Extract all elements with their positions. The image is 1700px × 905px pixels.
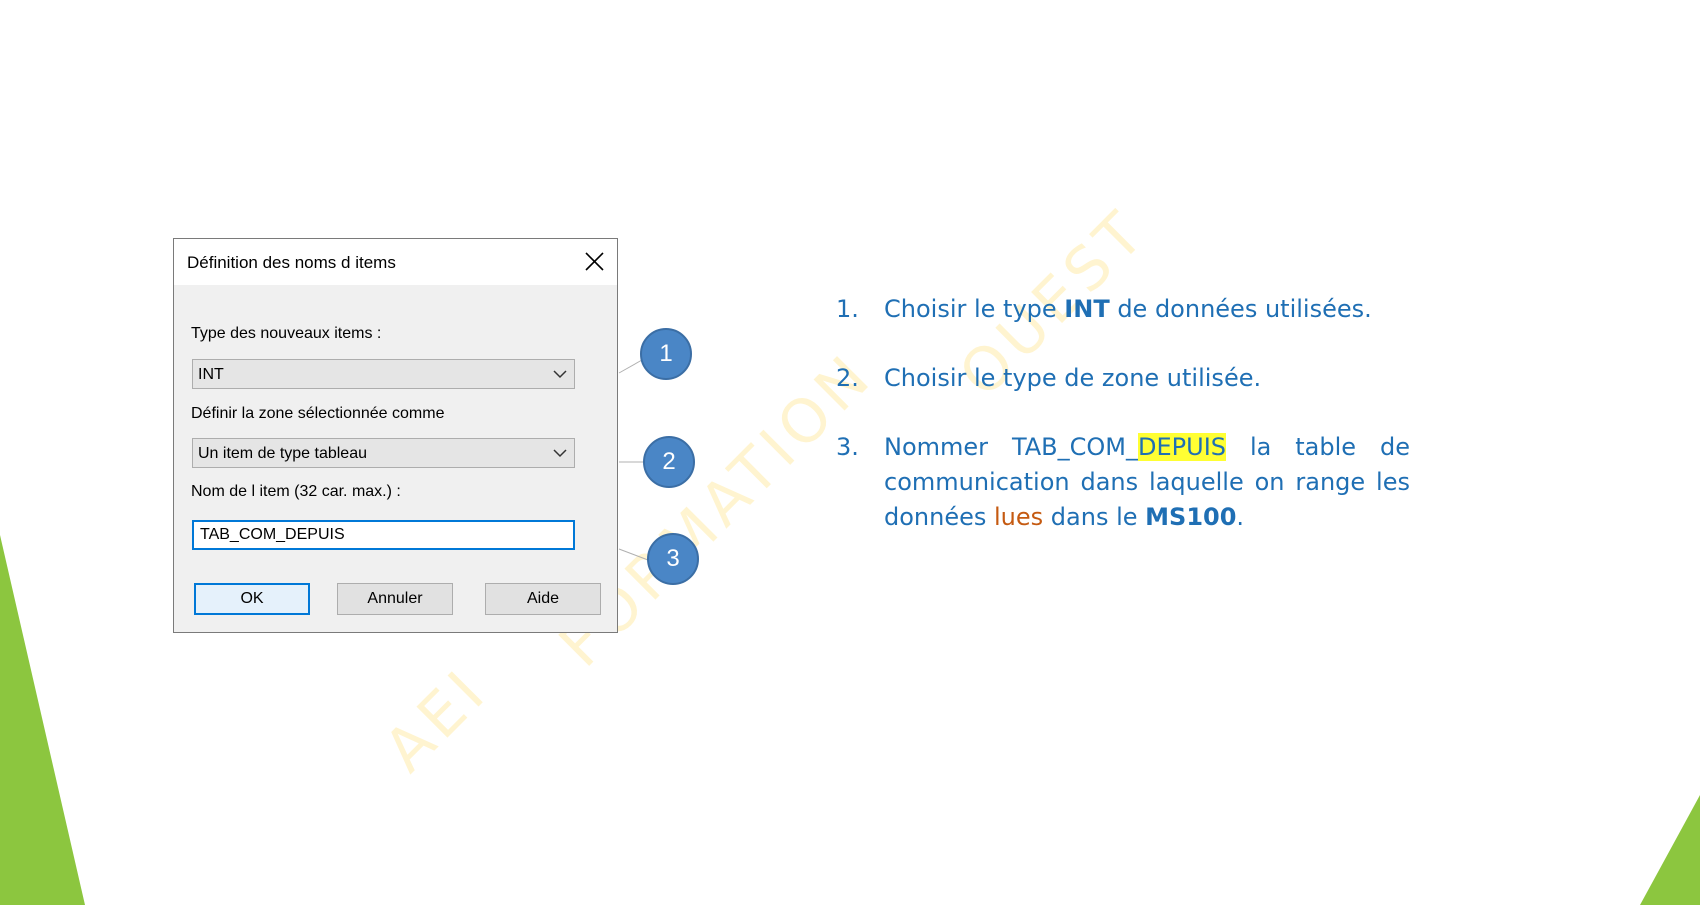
callout-3: 3 — [647, 533, 699, 585]
cancel-button[interactable]: Annuler — [337, 583, 453, 615]
step-number: 3. — [836, 433, 859, 461]
dialog-titlebar: Définition des noms d items — [174, 239, 617, 285]
instruction-step-3: 3. Nommer TAB_COM_DEPUIS la table de com… — [836, 430, 1410, 535]
zone-select[interactable]: Un item de type tableau — [192, 438, 575, 468]
type-select-value: INT — [198, 366, 224, 383]
callout-2: 2 — [643, 436, 695, 488]
item-name-field-wrapper — [192, 520, 575, 550]
left-green-triangle — [0, 535, 85, 905]
step-number: 1. — [836, 295, 859, 323]
chevron-down-icon — [553, 370, 567, 379]
instruction-step-2: 2. Choisir le type de zone utilisée. — [836, 361, 1410, 396]
close-icon — [585, 252, 604, 271]
instruction-step-1: 1. Choisir le type INT de données utilis… — [836, 292, 1410, 327]
type-label: Type des nouveaux items : — [191, 325, 382, 342]
step-text: de données utilisées. — [1109, 295, 1372, 323]
step-emphasis: MS100 — [1145, 503, 1237, 531]
instruction-list: 1. Choisir le type INT de données utilis… — [836, 292, 1410, 569]
item-name-input[interactable] — [200, 526, 560, 544]
step-text: Choisir le type — [884, 295, 1065, 323]
step-text: Choisir le type de zone utilisée. — [884, 364, 1262, 392]
help-button[interactable]: Aide — [485, 583, 601, 615]
zone-select-value: Un item de type tableau — [198, 445, 367, 462]
callout-1: 1 — [640, 328, 692, 380]
type-select[interactable]: INT — [192, 359, 575, 389]
chevron-down-icon — [553, 449, 567, 458]
step-text: dans le — [1043, 503, 1146, 531]
right-green-triangle — [1640, 795, 1700, 905]
step-number: 2. — [836, 364, 859, 392]
ok-button[interactable]: OK — [194, 583, 310, 615]
zone-label: Définir la zone sélectionnée comme — [191, 405, 445, 422]
colored-text: lues — [994, 503, 1044, 531]
name-label: Nom de l item (32 car. max.) : — [191, 483, 401, 500]
item-names-dialog: Définition des noms d items Type des nou… — [173, 238, 618, 633]
step-text: . — [1236, 503, 1245, 531]
step-text: Nommer TAB_COM_ — [884, 433, 1139, 461]
step-emphasis: INT — [1064, 295, 1110, 323]
dialog-title: Définition des noms d items — [187, 253, 396, 272]
slide: AEI FORMATION OUEST Définition des noms … — [0, 0, 1700, 905]
highlighted-text: DEPUIS — [1138, 433, 1227, 461]
close-button[interactable] — [575, 243, 613, 281]
